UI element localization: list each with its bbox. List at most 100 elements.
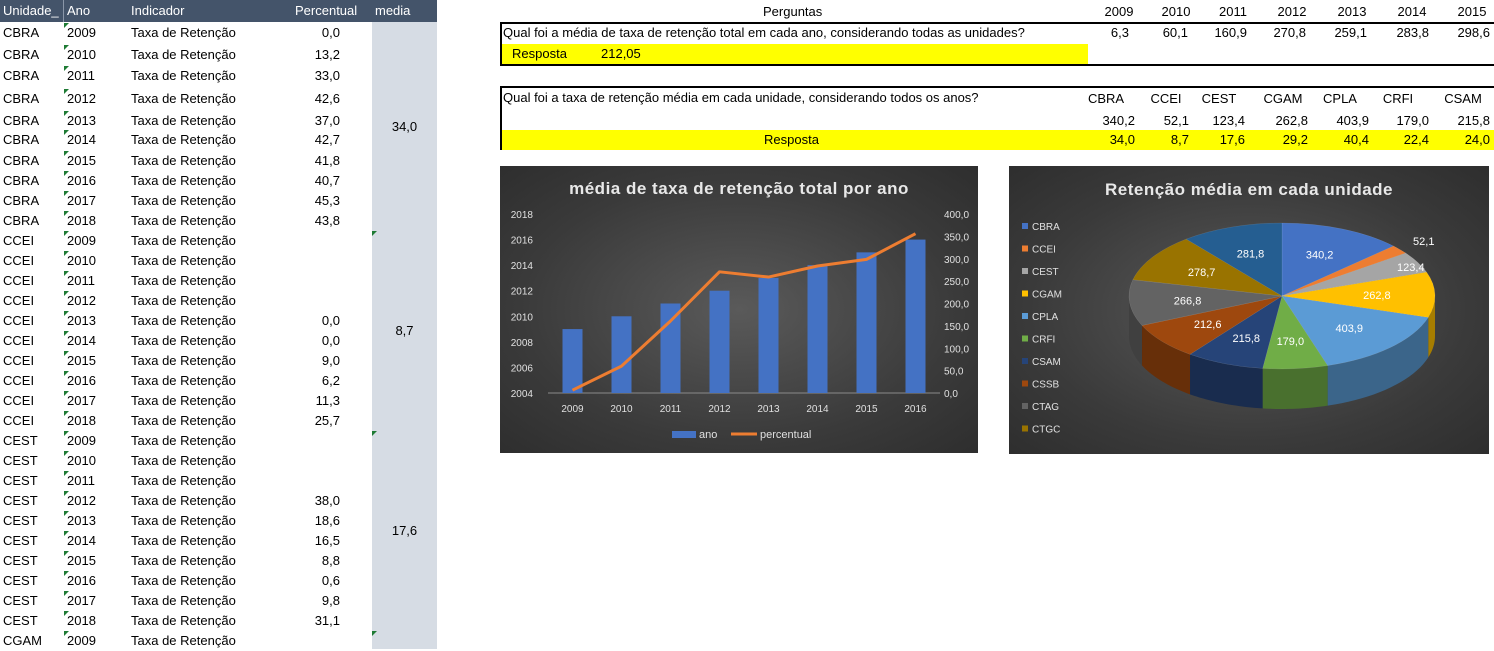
cell-ano[interactable]: 2011 bbox=[67, 471, 123, 491]
cell-indicador[interactable]: Taxa de Retenção bbox=[131, 251, 281, 271]
cell-unidade[interactable]: CEST bbox=[3, 551, 63, 571]
cell-unidade[interactable]: CBRA bbox=[3, 66, 63, 86]
cell-ano[interactable]: 2017 bbox=[67, 591, 123, 611]
cell-indicador[interactable]: Taxa de Retenção bbox=[131, 111, 281, 131]
cell-percentual[interactable] bbox=[280, 631, 340, 651]
bar[interactable] bbox=[758, 277, 779, 393]
table-row[interactable]: CCEI 2016 Taxa de Retenção 6,2 bbox=[0, 371, 372, 391]
table-row[interactable]: CBRA 2015 Taxa de Retenção 41,8 bbox=[0, 151, 372, 171]
cell-percentual[interactable]: 25,7 bbox=[280, 411, 340, 431]
question2-text[interactable]: Qual foi a taxa de retenção média em cad… bbox=[503, 88, 979, 108]
cell-unidade[interactable]: CCEI bbox=[3, 311, 63, 331]
table-row[interactable]: CEST 2009 Taxa de Retenção bbox=[0, 431, 372, 451]
table-row[interactable]: CBRA 2016 Taxa de Retenção 40,7 bbox=[0, 171, 372, 191]
question2-answer[interactable]: 17,6 bbox=[1190, 130, 1245, 150]
question2-answer[interactable]: 34,0 bbox=[1080, 130, 1135, 150]
cell-indicador[interactable]: Taxa de Retenção bbox=[131, 431, 281, 451]
table-row[interactable]: CBRA 2011 Taxa de Retenção 33,0 bbox=[0, 66, 372, 86]
unit-header[interactable]: CBRA bbox=[1081, 89, 1131, 109]
year-header[interactable]: 2013 bbox=[1327, 2, 1377, 22]
table-row[interactable]: CBRA 2013 Taxa de Retenção 37,0 bbox=[0, 111, 372, 131]
cell-ano[interactable]: 2010 bbox=[67, 251, 123, 271]
table-row[interactable]: CBRA 2014 Taxa de Retenção 42,7 bbox=[0, 130, 372, 150]
cell-percentual[interactable]: 0,0 bbox=[280, 23, 340, 43]
cell-indicador[interactable]: Taxa de Retenção bbox=[131, 451, 281, 471]
year-header[interactable]: 2015 bbox=[1447, 2, 1494, 22]
cell-unidade[interactable]: CEST bbox=[3, 531, 63, 551]
cell-ano[interactable]: 2014 bbox=[67, 130, 123, 150]
media-value[interactable]: 34,0 bbox=[372, 117, 437, 137]
cell-unidade[interactable]: CBRA bbox=[3, 45, 63, 65]
cell-ano[interactable]: 2012 bbox=[67, 89, 123, 109]
question1-value[interactable]: 283,8 bbox=[1374, 23, 1429, 43]
cell-unidade[interactable]: CCEI bbox=[3, 351, 63, 371]
unit-header[interactable]: CEST bbox=[1194, 89, 1244, 109]
table-row[interactable]: CCEI 2018 Taxa de Retenção 25,7 bbox=[0, 411, 372, 431]
cell-unidade[interactable]: CCEI bbox=[3, 271, 63, 291]
question2-value[interactable]: 403,9 bbox=[1314, 111, 1369, 131]
question2-answer[interactable]: 22,4 bbox=[1374, 130, 1429, 150]
question2-answer[interactable]: 29,2 bbox=[1253, 130, 1308, 150]
cell-percentual[interactable]: 0,6 bbox=[280, 571, 340, 591]
year-header[interactable]: 2009 bbox=[1094, 2, 1144, 22]
cell-indicador[interactable]: Taxa de Retenção bbox=[131, 271, 281, 291]
bar[interactable] bbox=[856, 252, 877, 393]
bar[interactable] bbox=[562, 329, 583, 393]
cell-indicador[interactable]: Taxa de Retenção bbox=[131, 611, 281, 631]
year-header[interactable]: 2012 bbox=[1267, 2, 1317, 22]
table-row[interactable]: CGAM 2009 Taxa de Retenção bbox=[0, 631, 372, 651]
unit-header[interactable]: CSAM bbox=[1438, 89, 1488, 109]
cell-indicador[interactable]: Taxa de Retenção bbox=[131, 471, 281, 491]
cell-indicador[interactable]: Taxa de Retenção bbox=[131, 511, 281, 531]
cell-ano[interactable]: 2012 bbox=[67, 491, 123, 511]
table-row[interactable]: CCEI 2012 Taxa de Retenção bbox=[0, 291, 372, 311]
cell-ano[interactable]: 2011 bbox=[67, 66, 123, 86]
pie-chart[interactable]: Retenção média em cada unidade 340,2 52,1… bbox=[1009, 166, 1489, 454]
cell-indicador[interactable]: Taxa de Retenção bbox=[131, 591, 281, 611]
bar[interactable] bbox=[611, 316, 632, 393]
cell-unidade[interactable]: CBRA bbox=[3, 23, 63, 43]
cell-unidade[interactable]: CEST bbox=[3, 611, 63, 631]
cell-percentual[interactable]: 40,7 bbox=[280, 171, 340, 191]
cell-indicador[interactable]: Taxa de Retenção bbox=[131, 151, 281, 171]
header-indicador[interactable]: Indicador bbox=[131, 0, 251, 22]
table-row[interactable]: CEST 2018 Taxa de Retenção 31,1 bbox=[0, 611, 372, 631]
cell-indicador[interactable]: Taxa de Retenção bbox=[131, 351, 281, 371]
cell-unidade[interactable]: CEST bbox=[3, 491, 63, 511]
cell-percentual[interactable]: 13,2 bbox=[280, 45, 340, 65]
cell-percentual[interactable] bbox=[280, 291, 340, 311]
cell-ano[interactable]: 2010 bbox=[67, 45, 123, 65]
cell-ano[interactable]: 2018 bbox=[67, 411, 123, 431]
question1-value[interactable]: 6,3 bbox=[1074, 23, 1129, 43]
question2-answer[interactable]: 24,0 bbox=[1435, 130, 1490, 150]
cell-ano[interactable]: 2009 bbox=[67, 23, 123, 43]
unit-header[interactable]: CGAM bbox=[1258, 89, 1308, 109]
cell-ano[interactable]: 2018 bbox=[67, 211, 123, 231]
cell-ano[interactable]: 2016 bbox=[67, 371, 123, 391]
cell-percentual[interactable]: 18,6 bbox=[280, 511, 340, 531]
cell-unidade[interactable]: CBRA bbox=[3, 211, 63, 231]
cell-ano[interactable]: 2013 bbox=[67, 311, 123, 331]
table-row[interactable]: CBRA 2009 Taxa de Retenção 0,0 bbox=[0, 23, 372, 43]
table-row[interactable]: CCEI 2017 Taxa de Retenção 11,3 bbox=[0, 391, 372, 411]
question1-value[interactable]: 259,1 bbox=[1312, 23, 1367, 43]
cell-indicador[interactable]: Taxa de Retenção bbox=[131, 331, 281, 351]
cell-indicador[interactable]: Taxa de Retenção bbox=[131, 171, 281, 191]
cell-unidade[interactable]: CCEI bbox=[3, 231, 63, 251]
question1-value[interactable]: 60,1 bbox=[1133, 23, 1188, 43]
cell-indicador[interactable]: Taxa de Retenção bbox=[131, 551, 281, 571]
header-ano[interactable]: Ano bbox=[67, 0, 117, 22]
cell-indicador[interactable]: Taxa de Retenção bbox=[131, 211, 281, 231]
cell-indicador[interactable]: Taxa de Retenção bbox=[131, 411, 281, 431]
cell-percentual[interactable] bbox=[280, 471, 340, 491]
cell-ano[interactable]: 2009 bbox=[67, 431, 123, 451]
unit-header[interactable]: CRFI bbox=[1373, 89, 1423, 109]
cell-percentual[interactable] bbox=[280, 431, 340, 451]
question2-value[interactable]: 340,2 bbox=[1080, 111, 1135, 131]
question1-text[interactable]: Qual foi a média de taxa de retenção tot… bbox=[503, 23, 1086, 43]
cell-indicador[interactable]: Taxa de Retenção bbox=[131, 291, 281, 311]
cell-indicador[interactable]: Taxa de Retenção bbox=[131, 391, 281, 411]
cell-ano[interactable]: 2009 bbox=[67, 231, 123, 251]
table-row[interactable]: CBRA 2012 Taxa de Retenção 42,6 bbox=[0, 89, 372, 109]
cell-indicador[interactable]: Taxa de Retenção bbox=[131, 89, 281, 109]
